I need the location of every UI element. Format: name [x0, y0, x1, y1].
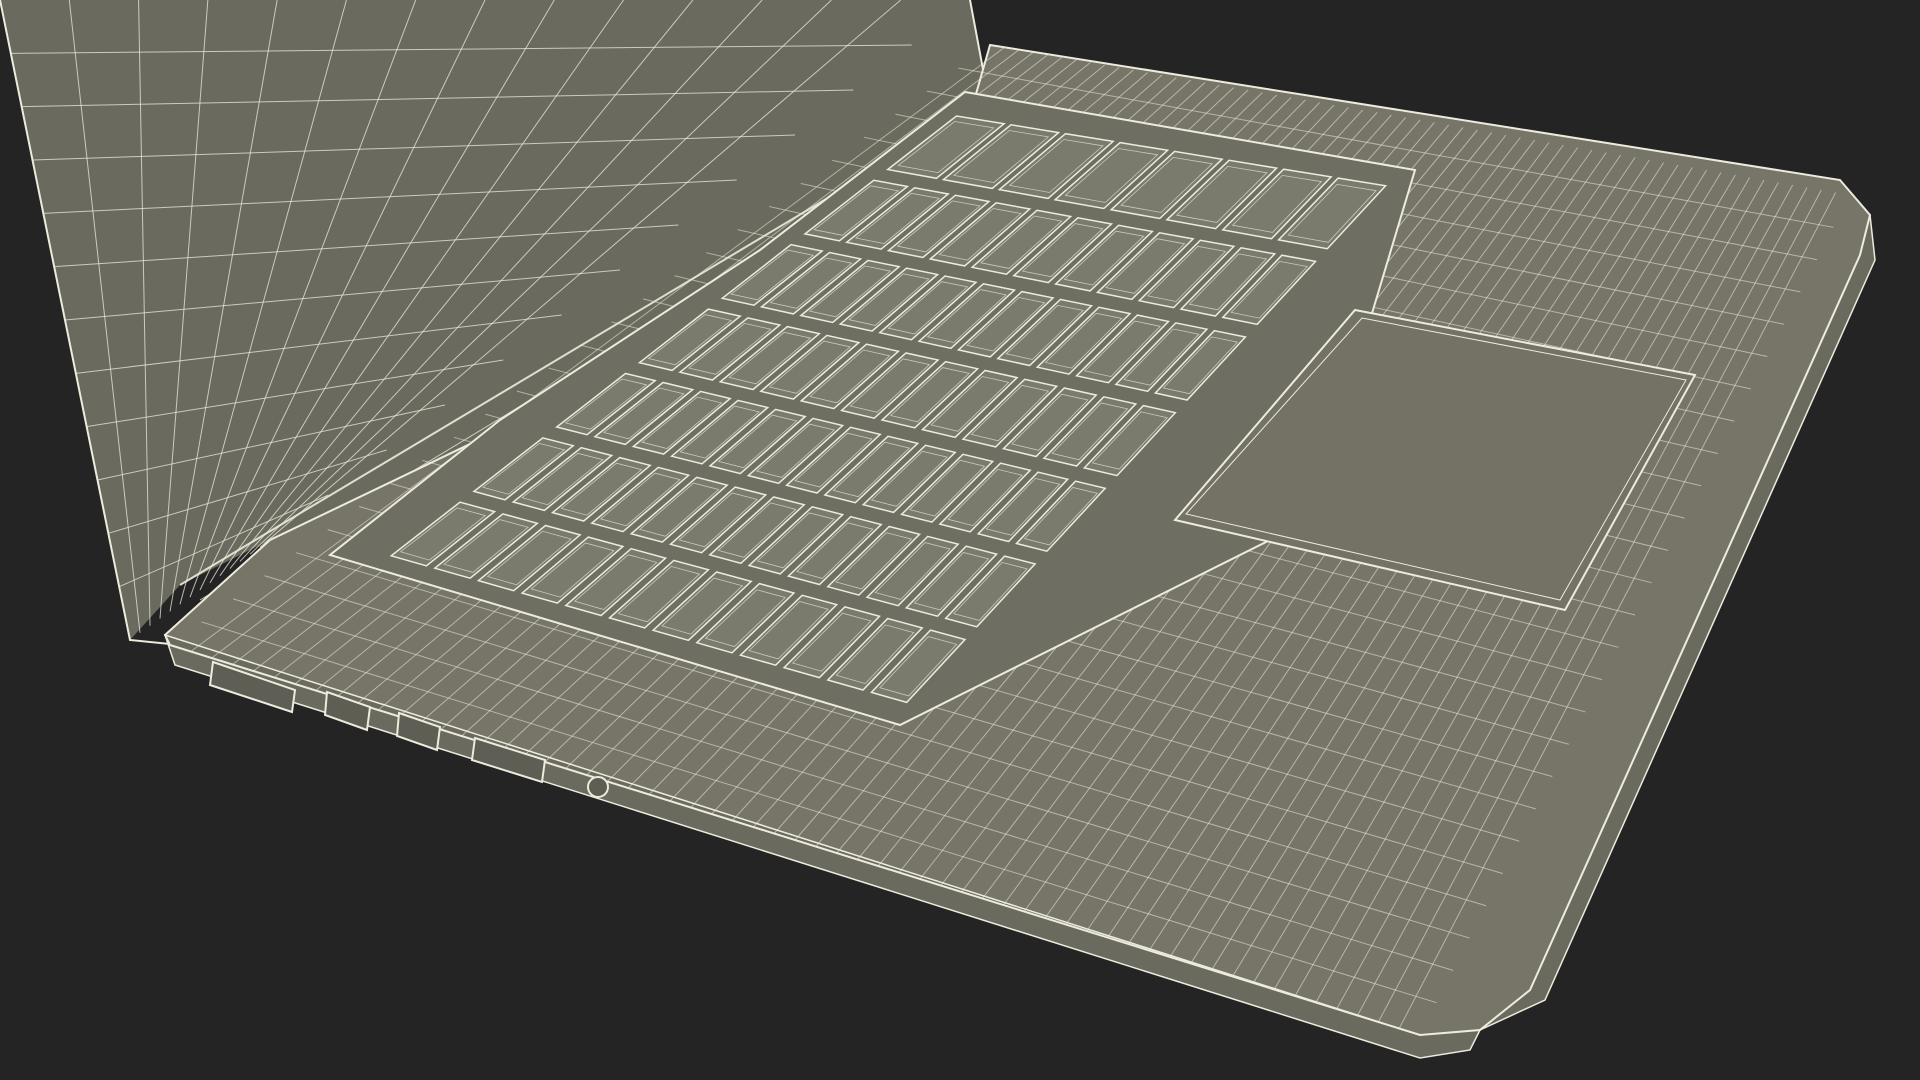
laptop-wireframe-render [0, 0, 1920, 1080]
viewport [0, 0, 1920, 1080]
headphone-jack [587, 776, 609, 798]
